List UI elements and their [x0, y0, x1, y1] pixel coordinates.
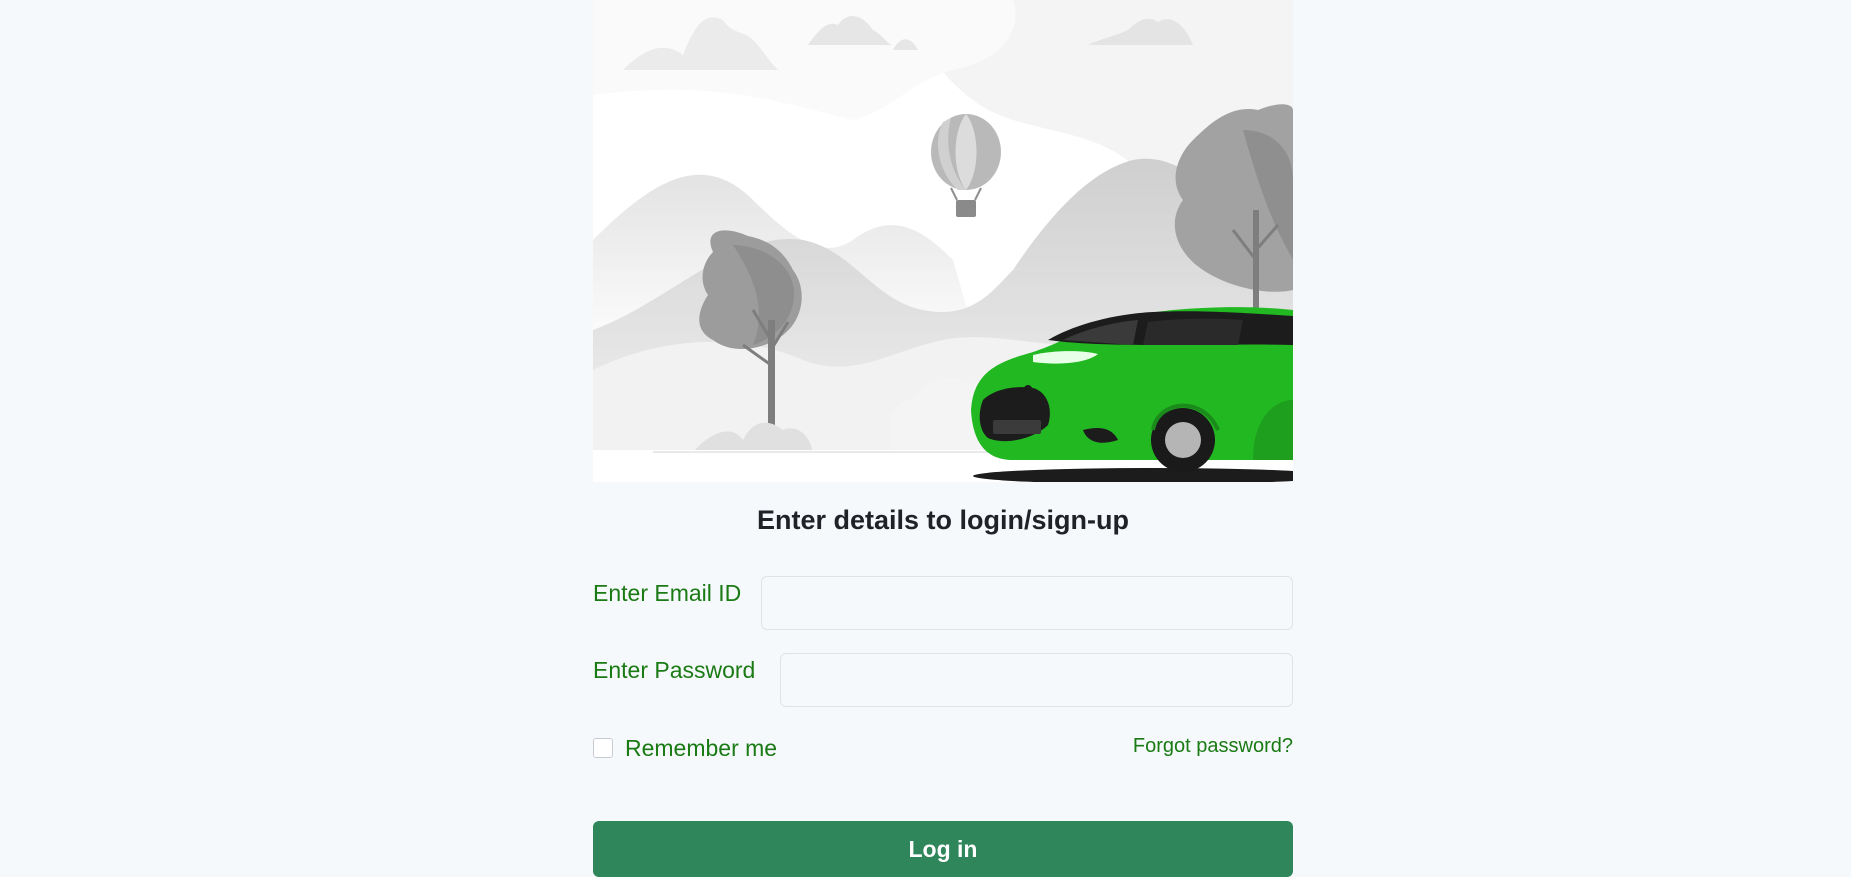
car-illustration: [593, 0, 1293, 482]
email-label: Enter Email ID: [593, 580, 742, 606]
password-label: Enter Password: [593, 657, 756, 683]
login-button[interactable]: Log in: [593, 821, 1293, 877]
login-panel: Enter details to login/sign-up Enter Ema…: [593, 0, 1293, 877]
page-title: Enter details to login/sign-up: [756, 505, 1129, 535]
remember-me-checkbox[interactable]: [593, 738, 613, 758]
hero-illustration-svg: [593, 0, 1293, 482]
email-field[interactable]: [761, 576, 1293, 630]
password-field[interactable]: [780, 653, 1293, 707]
forgot-password-link[interactable]: Forgot password?: [1133, 733, 1293, 759]
remember-me-label[interactable]: Remember me: [625, 735, 777, 761]
remember-me-row[interactable]: Remember me: [593, 735, 777, 761]
